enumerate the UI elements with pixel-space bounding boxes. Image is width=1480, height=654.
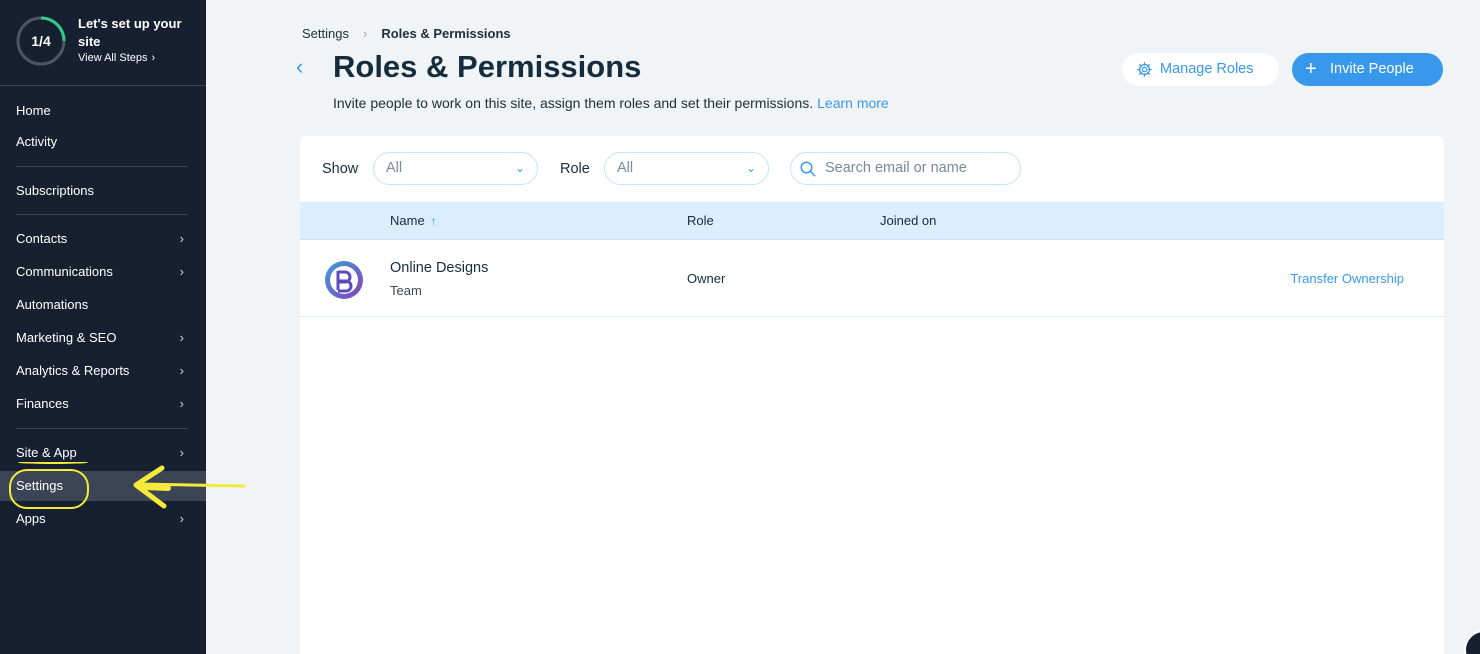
sidebar-item-label: Apps: [16, 511, 46, 526]
page-subtitle: Invite people to work on this site, assi…: [333, 95, 889, 111]
sidebar: 1/4 Let's set up your site View All Step…: [0, 0, 206, 654]
column-name-label: Name: [390, 213, 425, 228]
chevron-right-icon: ›: [179, 330, 184, 345]
sidebar-item-label: Automations: [16, 297, 89, 312]
member-subtitle: Team: [390, 283, 422, 298]
sidebar-item-subscriptions[interactable]: Subscriptions: [0, 176, 206, 206]
breadcrumb-separator-icon: ›: [362, 26, 368, 41]
manage-roles-button[interactable]: Manage Roles: [1122, 53, 1279, 86]
show-filter-select[interactable]: All ⌄: [373, 152, 538, 185]
column-name-header[interactable]: Name ↑: [390, 213, 437, 228]
chevron-right-icon: ›: [179, 396, 184, 411]
view-all-steps-label: View All Steps: [78, 52, 148, 64]
chevron-down-icon: ⌄: [514, 161, 525, 175]
sidebar-item-label: Communications: [16, 264, 113, 279]
sidebar-item-communications[interactable]: Communications ›: [0, 257, 206, 287]
sidebar-item-label: Analytics & Reports: [16, 363, 130, 378]
manage-roles-label: Manage Roles: [1160, 61, 1254, 77]
member-role: Owner: [687, 271, 726, 286]
chevron-right-icon: ›: [179, 264, 184, 279]
sidebar-item-label: Activity: [16, 134, 58, 149]
sidebar-divider: [16, 214, 188, 215]
sidebar-divider: [16, 428, 188, 429]
chevron-right-icon: ›: [179, 363, 184, 378]
help-widget-button[interactable]: [1464, 630, 1480, 654]
chevron-down-icon: ⌄: [745, 161, 756, 175]
role-filter-select[interactable]: All ⌄: [604, 152, 769, 185]
chevron-right-icon: ›: [151, 52, 156, 64]
annotation-underline: [18, 461, 88, 464]
chevron-right-icon: ›: [179, 231, 184, 246]
transfer-ownership-link[interactable]: Transfer Ownership: [1290, 271, 1404, 286]
sidebar-item-home[interactable]: Home: [0, 96, 206, 126]
sidebar-divider: [16, 166, 188, 167]
search-placeholder: Search email or name: [825, 160, 967, 176]
column-joined-header: Joined on: [880, 213, 937, 228]
sidebar-item-label: Site & App: [16, 445, 77, 460]
table-header: Name ↑ Role Joined on: [300, 202, 1444, 240]
learn-more-link[interactable]: Learn more: [817, 95, 889, 111]
avatar: [325, 261, 363, 299]
role-filter-value: All: [617, 160, 634, 176]
invite-people-label: Invite People: [1330, 61, 1414, 77]
subtitle-text: Invite people to work on this site, assi…: [333, 95, 814, 111]
breadcrumb-current: Roles & Permissions: [381, 26, 511, 41]
breadcrumb: Settings › Roles & Permissions: [302, 26, 511, 41]
sidebar-item-contacts[interactable]: Contacts ›: [0, 224, 206, 254]
table-row: Online Designs Team Owner Transfer Owner…: [300, 241, 1444, 317]
page-title: Roles & Permissions: [333, 49, 642, 84]
progress-count: 1/4: [31, 33, 51, 49]
back-chevron-icon[interactable]: ‹: [296, 54, 303, 80]
search-icon: [800, 161, 816, 177]
sort-arrow-up-icon: ↑: [430, 214, 437, 228]
annotation-circle: [9, 469, 89, 509]
search-input[interactable]: Search email or name: [790, 152, 1021, 185]
members-card: Show All ⌄ Role All ⌄ Search email or name…: [300, 136, 1444, 654]
role-filter-label: Role: [560, 161, 590, 177]
sidebar-item-finances[interactable]: Finances ›: [0, 389, 206, 419]
view-all-steps-link[interactable]: View All Steps ›: [78, 52, 155, 64]
setup-progress-panel[interactable]: 1/4 Let's set up your site View All Step…: [0, 0, 206, 86]
sidebar-item-label: Marketing & SEO: [16, 330, 117, 345]
show-filter-label: Show: [322, 161, 359, 177]
sidebar-item-automations[interactable]: Automations: [0, 290, 206, 320]
sidebar-item-label: Contacts: [16, 231, 68, 246]
show-filter-value: All: [386, 160, 403, 176]
sidebar-item-marketing-seo[interactable]: Marketing & SEO ›: [0, 323, 206, 353]
sidebar-item-label: Finances: [16, 396, 69, 411]
invite-people-button[interactable]: + Invite People: [1292, 53, 1443, 86]
breadcrumb-settings-link[interactable]: Settings: [302, 26, 349, 41]
sidebar-item-activity[interactable]: Activity: [0, 127, 206, 157]
annotation-arrow-icon: [133, 465, 246, 509]
plus-icon: +: [1305, 58, 1317, 80]
sidebar-item-analytics-reports[interactable]: Analytics & Reports ›: [0, 356, 206, 386]
sidebar-item-label: Subscriptions: [16, 183, 95, 198]
member-name: Online Designs: [390, 260, 489, 276]
column-role-header: Role: [687, 213, 714, 228]
setup-title: Let's set up your site: [78, 16, 182, 49]
gear-icon: [1137, 62, 1152, 77]
sidebar-item-label: Home: [16, 103, 51, 118]
